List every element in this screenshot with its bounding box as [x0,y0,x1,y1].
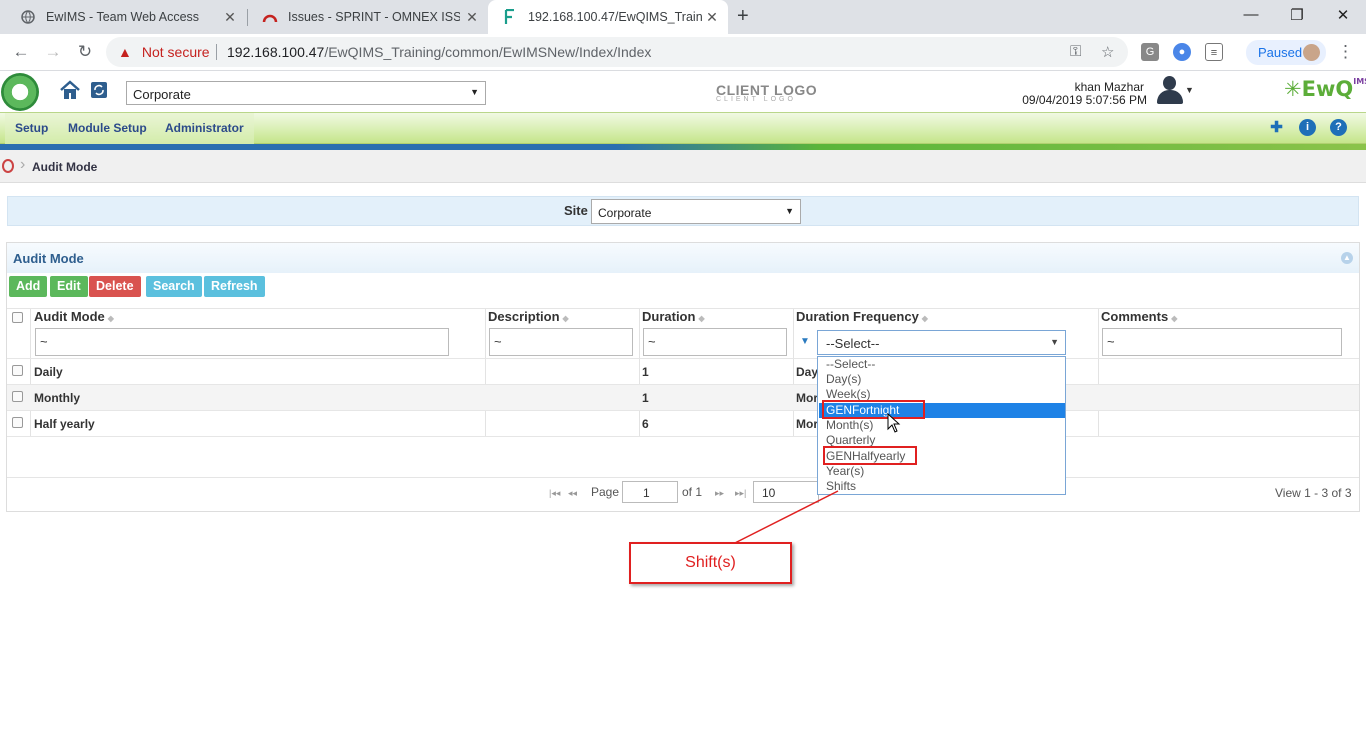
annotation-arrow [718,490,839,552]
annotation-callout: Shift(s) [629,542,792,584]
